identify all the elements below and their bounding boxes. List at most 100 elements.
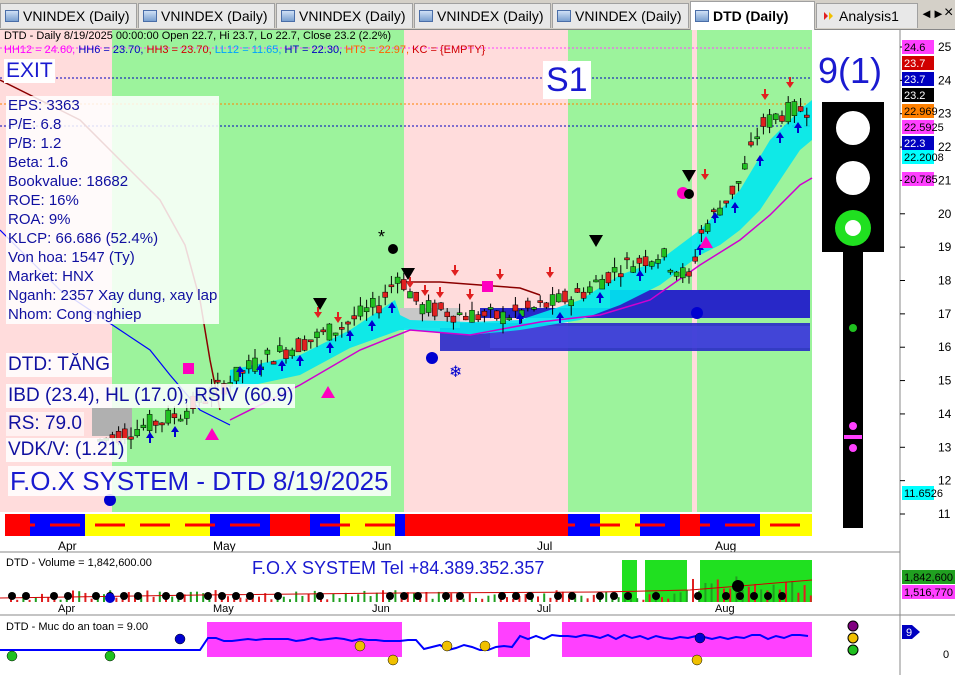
volume-bar bbox=[580, 595, 583, 602]
price-tick-label: 11 bbox=[938, 507, 951, 521]
volume-dot bbox=[204, 592, 212, 600]
hh12-value: HH12 = 24.60, bbox=[4, 44, 76, 56]
safety-dot bbox=[691, 654, 703, 666]
fund-klcp: KLCP: 66.686 (52.4%) bbox=[8, 230, 159, 247]
light-off-icon bbox=[836, 111, 870, 145]
tab-scroll-right-icon[interactable]: ► bbox=[932, 6, 945, 21]
safety-dot bbox=[6, 650, 18, 662]
candle-body bbox=[444, 311, 450, 317]
price-tick-label: 19 bbox=[938, 240, 952, 254]
volume-dot bbox=[92, 592, 100, 600]
candle-body bbox=[339, 327, 345, 330]
tab-vnindex-5[interactable]: VNINDEX (Daily) bbox=[552, 3, 689, 28]
price-tag-text: 20.785 bbox=[904, 174, 938, 186]
fund-beta: Beta: 1.6 bbox=[8, 154, 69, 171]
volume-dot bbox=[732, 580, 744, 592]
candle-body bbox=[382, 291, 388, 298]
candle-body bbox=[388, 284, 395, 288]
tab-scroll-left-icon[interactable]: ◄ bbox=[920, 6, 933, 21]
candle-body bbox=[140, 424, 147, 429]
volume-bar bbox=[338, 598, 341, 602]
volume-dot bbox=[722, 592, 730, 600]
candle-body bbox=[667, 269, 674, 273]
volume-pane[interactable]: DTD - Volume = 1,842,600.00 F.O.X SYSTEM… bbox=[0, 557, 955, 615]
candle-body bbox=[159, 422, 165, 426]
chart-header-line1: DTD - Daily 8/19/2025 00:00:00 Open 22.7… bbox=[4, 30, 392, 42]
tab-analysis1[interactable]: Analysis1 bbox=[816, 3, 918, 28]
candle-body bbox=[171, 413, 178, 419]
candle-body bbox=[766, 114, 773, 128]
band-blue-light bbox=[490, 326, 810, 348]
chart-area[interactable]: * ❄ Apr May Jun Jul Aug 25 24 23 22 21 2… bbox=[0, 30, 955, 675]
app-window: VNINDEX (Daily) VNINDEX (Daily) VNINDEX … bbox=[0, 0, 955, 675]
volume-bar bbox=[716, 579, 719, 602]
chart-tab-bar: VNINDEX (Daily) VNINDEX (Daily) VNINDEX … bbox=[0, 0, 955, 30]
candle-body bbox=[723, 200, 729, 204]
tab-vnindex-4[interactable]: VNINDEX (Daily) bbox=[414, 3, 551, 28]
candle-body bbox=[345, 321, 351, 325]
month-label: Jun bbox=[372, 603, 390, 615]
month-label: May bbox=[213, 603, 234, 615]
price-tick-label: 18 bbox=[938, 274, 952, 288]
price-tick-label: 13 bbox=[938, 440, 952, 454]
fund-pb: P/B: 1.2 bbox=[8, 135, 62, 152]
kc-value: KC = {EMPTY} bbox=[412, 44, 486, 56]
pole-dot-icon bbox=[849, 444, 857, 452]
safety-dot bbox=[479, 640, 491, 652]
volume-bar bbox=[289, 599, 291, 602]
volume-bar bbox=[189, 591, 192, 602]
volume-bar bbox=[506, 597, 508, 602]
volume-dot bbox=[456, 592, 464, 600]
fund-nhom: Nhom: Cong nghiep bbox=[8, 306, 142, 323]
candle-body bbox=[295, 338, 302, 353]
candle-body bbox=[370, 297, 376, 308]
volume-dot bbox=[442, 592, 450, 600]
volume-bar bbox=[803, 585, 806, 602]
volume-bar bbox=[394, 590, 397, 602]
volume-bar bbox=[326, 599, 329, 602]
candle-body bbox=[630, 266, 636, 273]
candle-body bbox=[543, 302, 550, 308]
tab-vnindex-3[interactable]: VNINDEX (Daily) bbox=[276, 3, 413, 28]
safety-tag-text: 9 bbox=[906, 627, 912, 639]
volume-bar bbox=[34, 597, 37, 602]
tab-close-icon[interactable]: × bbox=[944, 4, 953, 22]
safety-pane[interactable]: DTD - Muc do an toan = 9.00 Apr May Jun … bbox=[0, 620, 949, 675]
candle-body bbox=[574, 288, 581, 293]
volume-bar bbox=[84, 592, 87, 602]
candle-body bbox=[680, 267, 686, 279]
tab-dtd-daily[interactable]: DTD (Daily) bbox=[690, 1, 815, 30]
volume-dot bbox=[554, 592, 562, 600]
candle-body bbox=[456, 312, 463, 315]
tab-vnindex-1[interactable]: VNINDEX (Daily) bbox=[0, 3, 137, 28]
volume-dot bbox=[232, 592, 240, 600]
rs-label: RS: 79.0 bbox=[6, 412, 84, 436]
volume-bar bbox=[679, 592, 682, 602]
safety-dot bbox=[441, 640, 453, 652]
candle-body bbox=[692, 256, 698, 262]
volume-bar bbox=[468, 593, 471, 602]
volume-dot bbox=[764, 592, 772, 600]
volume-title: DTD - Volume = 1,842,600.00 bbox=[6, 557, 152, 569]
volume-bar bbox=[487, 595, 490, 602]
candle-body bbox=[165, 409, 171, 424]
candle-body bbox=[704, 223, 711, 232]
zero-marker-icon bbox=[388, 244, 398, 254]
volume-bar bbox=[115, 597, 118, 602]
volume-dot bbox=[176, 592, 184, 600]
candle-body bbox=[146, 414, 153, 431]
dtd-status-label: DTD: TĂNG bbox=[6, 353, 113, 377]
square-marker-icon bbox=[482, 281, 493, 292]
fundamentals-list: EPS: 3363 P/E: 6.8 P/B: 1.2 Beta: 1.6 Bo… bbox=[6, 96, 220, 324]
volume-dot bbox=[246, 592, 254, 600]
candle-body bbox=[618, 273, 624, 278]
candle-body bbox=[153, 420, 159, 426]
fund-roa: ROA: 9% bbox=[8, 211, 71, 228]
volume-bar bbox=[375, 592, 378, 602]
volume-bar bbox=[617, 597, 620, 602]
volume-bar bbox=[245, 598, 248, 602]
candle-body bbox=[401, 279, 407, 290]
snow-marker-icon: ❄ bbox=[449, 364, 462, 381]
candle-body bbox=[332, 332, 339, 336]
tab-vnindex-2[interactable]: VNINDEX (Daily) bbox=[138, 3, 275, 28]
